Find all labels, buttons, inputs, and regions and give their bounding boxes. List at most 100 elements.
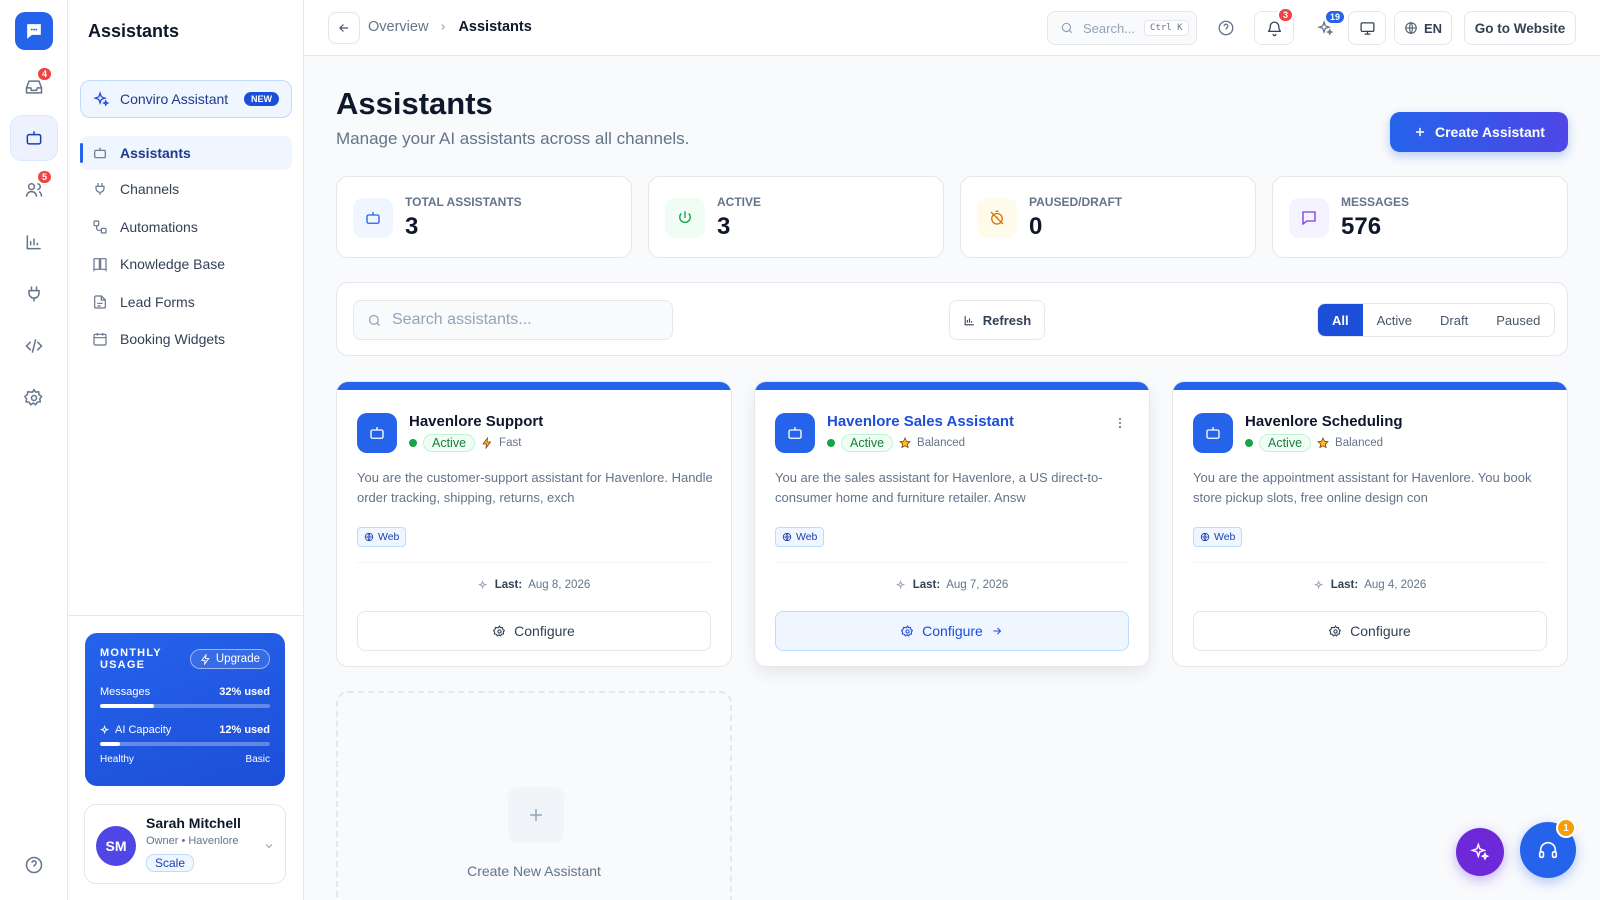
configure-button[interactable]: Configure (775, 611, 1129, 651)
channel-label: Web (378, 531, 400, 543)
tab-paused[interactable]: Paused (1482, 304, 1554, 336)
ai-assistant-fab[interactable] (1456, 828, 1504, 876)
configure-button[interactable]: Configure (357, 611, 711, 651)
last-date: Aug 4, 2026 (1364, 579, 1427, 591)
upgrade-label: Upgrade (215, 653, 260, 665)
create-assistant-button[interactable]: Create Assistant (1390, 112, 1568, 152)
more-options-button[interactable] (1113, 416, 1127, 430)
app-logo[interactable] (15, 12, 53, 50)
channel-tag: Web (775, 527, 825, 547)
ai-capacity-value: 12% used (219, 724, 270, 736)
display-button[interactable] (1348, 11, 1386, 45)
tab-active[interactable]: Active (1363, 304, 1426, 336)
create-new-assistant-card[interactable]: Create New Assistant (336, 691, 732, 900)
rail-analytics[interactable] (10, 219, 58, 265)
stat-label: TOTAL ASSISTANTS (405, 195, 522, 209)
stat-active: ACTIVE 3 (648, 176, 944, 258)
go-to-website-button[interactable]: Go to Website (1464, 11, 1576, 45)
conviro-assistant-label: Conviro Assistant (120, 91, 229, 107)
card-divider (357, 562, 711, 563)
assistant-name[interactable]: Havenlore Scheduling (1245, 413, 1403, 430)
sparkles-icon (477, 579, 487, 589)
rail-assistants[interactable] (10, 115, 58, 161)
status-filter-tabs: All Active Draft Paused (1317, 303, 1556, 337)
assistant-card[interactable]: Havenlore Support Active Fast You are th… (336, 381, 732, 667)
avatar: SM (96, 826, 136, 866)
rail-contacts[interactable]: 5 (10, 167, 58, 213)
help-button[interactable] (1217, 19, 1235, 37)
assistant-card[interactable]: Havenlore Sales Assistant Active Balance… (754, 381, 1150, 667)
help-circle-icon (1218, 20, 1234, 36)
create-assistant-label: Create Assistant (1435, 124, 1545, 140)
chevron-down-icon (265, 844, 273, 849)
sidebar-item-channels[interactable]: Channels (80, 172, 292, 206)
card-accent-strip (1173, 382, 1567, 390)
mode-label: Balanced (1335, 437, 1384, 449)
assistant-search (353, 300, 673, 340)
language-button[interactable]: EN (1394, 11, 1452, 45)
configure-button[interactable]: Configure (1193, 611, 1547, 651)
gear-icon (24, 388, 43, 406)
bot-icon (26, 131, 42, 145)
user-name: Sarah Mitchell (146, 815, 241, 831)
configure-label: Configure (922, 623, 983, 639)
rail-developer[interactable] (10, 323, 58, 369)
rail-integrations[interactable] (10, 271, 58, 317)
sidebar-item-label: Assistants (120, 145, 191, 161)
status-dot (409, 439, 417, 447)
ai-capacity-bar (100, 742, 270, 746)
stat-paused-draft: PAUSED/DRAFT 0 (960, 176, 1256, 258)
rail-help[interactable] (10, 842, 58, 888)
bot-icon (370, 427, 384, 439)
rail-inbox[interactable]: 4 (10, 64, 58, 110)
sidebar-item-booking-widgets[interactable]: Booking Widgets (80, 322, 292, 356)
tab-draft[interactable]: Draft (1426, 304, 1482, 336)
notifications-badge: 3 (1277, 7, 1295, 23)
arrow-left-icon (339, 24, 349, 32)
bell-icon (1267, 20, 1281, 36)
conviro-assistant-button[interactable]: Conviro Assistant NEW (80, 80, 292, 118)
plus-icon (1415, 127, 1425, 137)
last-date: Aug 7, 2026 (946, 579, 1009, 591)
channel-tag: Web (1193, 527, 1243, 547)
assistant-description: You are the customer-support assistant f… (357, 470, 713, 505)
breadcrumb-overview[interactable]: Overview (368, 19, 428, 35)
monitor-icon (1359, 21, 1375, 35)
support-fab[interactable]: 1 (1520, 818, 1576, 878)
card-divider (1193, 562, 1547, 563)
breadcrumb: Overview Assistants (368, 19, 532, 35)
global-search[interactable]: Search... Ctrl K (1047, 11, 1197, 45)
tab-all[interactable]: All (1318, 304, 1363, 336)
star-icon (1317, 437, 1329, 449)
mode-label: Balanced (917, 437, 966, 449)
sidebar-item-lead-forms[interactable]: Lead Forms (80, 285, 292, 319)
upgrade-button[interactable]: Upgrade (189, 649, 270, 669)
last-label: Last: (1330, 579, 1359, 591)
back-button[interactable] (328, 12, 360, 44)
stat-label: PAUSED/DRAFT (1029, 195, 1123, 209)
search-input[interactable] (392, 311, 652, 329)
main-content: Assistants Manage your AI assistants acr… (304, 56, 1600, 900)
assistant-description: You are the appointment assistant for Ha… (1193, 470, 1532, 505)
contacts-badge: 5 (36, 169, 54, 185)
sidebar-item-knowledge-base[interactable]: Knowledge Base (80, 247, 292, 281)
plan-badge: Scale (146, 854, 195, 872)
sidebar-item-assistants[interactable]: Assistants (80, 136, 292, 170)
refresh-button[interactable]: Refresh (949, 300, 1045, 340)
star-icon (899, 437, 911, 449)
sidebar-divider (68, 615, 303, 616)
assistant-name[interactable]: Havenlore Sales Assistant (827, 413, 1014, 430)
last-activity: Last: Aug 4, 2026 (1173, 579, 1567, 591)
rail-settings[interactable] (10, 375, 58, 421)
zap-icon (482, 437, 492, 449)
ai-activity-button[interactable]: 19 (1308, 9, 1347, 45)
calendar-icon (93, 333, 107, 346)
user-profile-card[interactable]: SM Sarah Mitchell Owner • Havenlore Scal… (84, 804, 286, 884)
gear-icon (493, 624, 506, 637)
assistant-card[interactable]: Havenlore Scheduling Active Balanced You… (1172, 381, 1568, 667)
globe-icon (364, 532, 374, 542)
assistant-name[interactable]: Havenlore Support (409, 413, 543, 430)
sidebar-item-automations[interactable]: Automations (80, 210, 292, 244)
sidebar-item-label: Booking Widgets (120, 331, 226, 347)
notifications-button[interactable]: 3 (1254, 7, 1295, 45)
